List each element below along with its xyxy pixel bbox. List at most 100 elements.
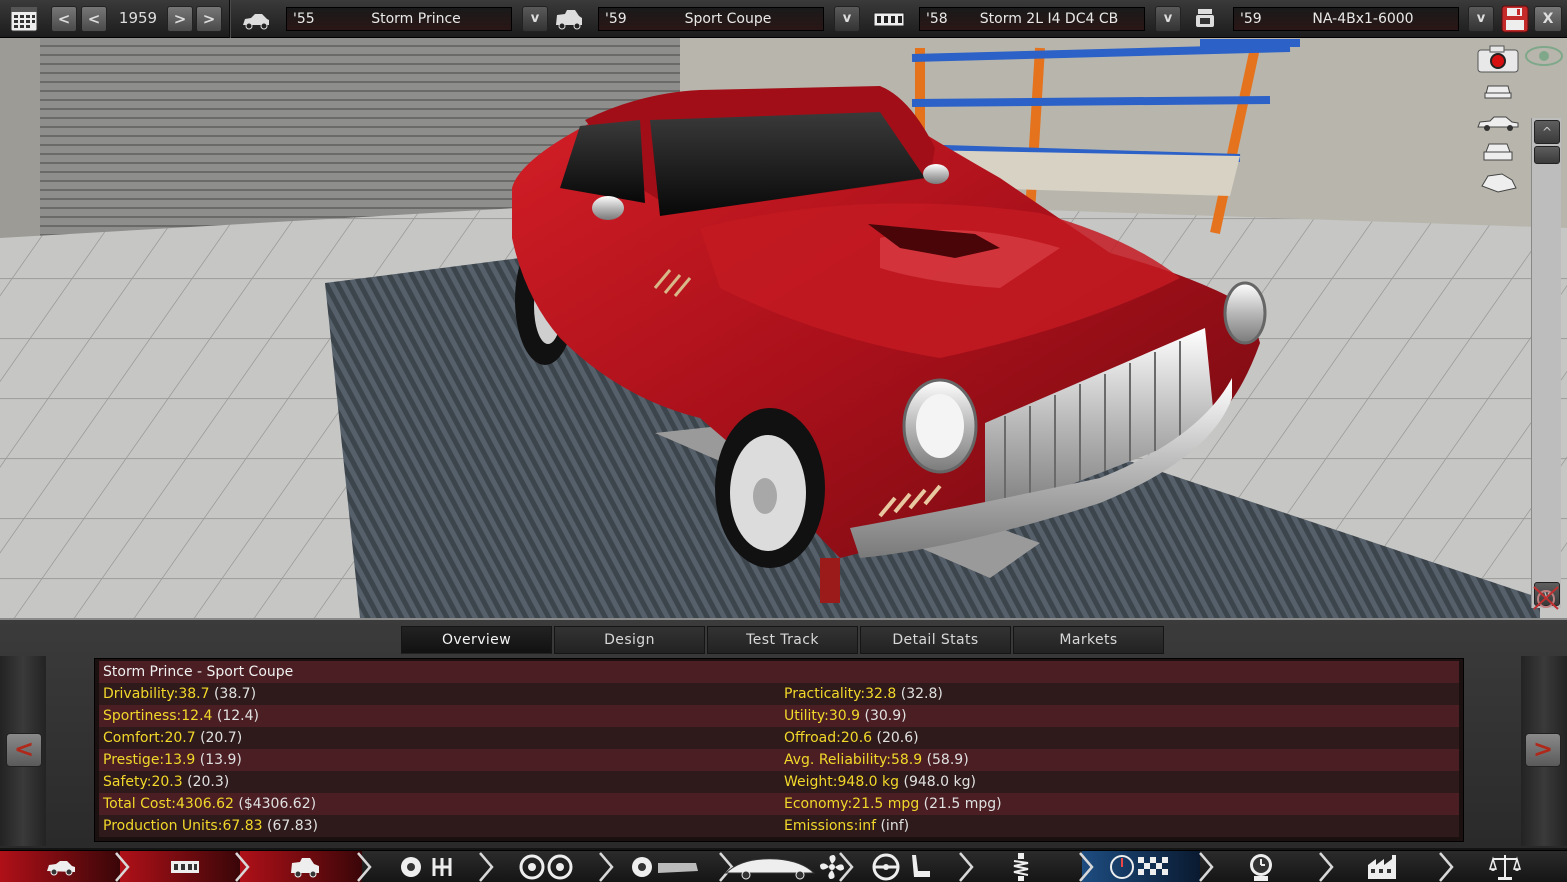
year-back-button[interactable]: < [81, 6, 107, 32]
body-icon[interactable] [288, 851, 322, 882]
tab-test-track[interactable]: Test Track [707, 626, 858, 654]
stat-value: 948.0 kg [837, 774, 900, 790]
stat-label: Avg. Reliability: [784, 752, 891, 768]
stat-value: 13.9 [164, 752, 196, 768]
stat-row: Safety:20.3 (20.3) Weight:948.0 kg (948.… [99, 771, 1459, 793]
interior-steering-icon[interactable] [870, 851, 940, 882]
side-view-icon[interactable] [1476, 114, 1520, 132]
stat-row: Production Units:67.83 (67.83) Emissions… [99, 815, 1459, 837]
stat-base: (38.7) [213, 686, 257, 702]
stat-value: 38.7 [178, 686, 210, 702]
garage-scene [0, 38, 1567, 618]
stat-label: Emissions: [784, 818, 859, 834]
panel-tabs: Overview Design Test Track Detail Stats … [401, 626, 1164, 654]
stat-base: (inf) [880, 818, 910, 834]
car-model-dropdown-button[interactable]: v [522, 6, 548, 32]
stat-base: (20.6) [876, 730, 919, 746]
engine-variant-icon [1189, 5, 1221, 33]
stat-base: ($4306.62) [238, 796, 317, 812]
tab-detail-stats[interactable]: Detail Stats [860, 626, 1011, 654]
stat-label: Production Units: [103, 818, 223, 834]
tab-overview[interactable]: Overview [401, 626, 552, 654]
engine-family-field[interactable]: '58 Storm 2L I4 DC4 CB [919, 7, 1145, 31]
stat-value: inf [858, 818, 877, 834]
stat-row: Comfort:20.7 (20.7) Offroad:20.6 (20.6) [99, 727, 1459, 749]
calendar-icon[interactable] [8, 5, 40, 33]
balance-icon[interactable] [1488, 851, 1522, 882]
year-back-fast-button[interactable]: < [51, 6, 77, 32]
stat-value: 67.83 [222, 818, 263, 834]
year-forward-fast-button[interactable]: > [196, 6, 222, 32]
engine-variant-field[interactable]: '59 NA-4Bx1-6000 [1233, 7, 1459, 31]
tab-markets[interactable]: Markets [1013, 626, 1164, 654]
engine-variant-year: '59 [1240, 11, 1262, 27]
stat-base: (20.7) [200, 730, 243, 746]
stat-label: Practicality: [784, 686, 866, 702]
wheels-icon[interactable] [518, 851, 574, 882]
top-toolbar: < < 1959 > > '55 Storm Prince v '59 Spor… [0, 0, 1567, 38]
front-view-icon[interactable] [1480, 78, 1516, 100]
stat-label: Drivability: [103, 686, 179, 702]
stat-row: Drivability:38.7 (38.7) Practicality:32.… [99, 683, 1459, 705]
stat-label: Sportiness: [103, 708, 182, 724]
engine-family-year: '58 [926, 11, 948, 27]
engine-gearbox-icon[interactable] [398, 851, 458, 882]
stat-row: Prestige:13.9 (13.9) Avg. Reliability:58… [99, 749, 1459, 771]
disabled-gizmo-icon [1530, 583, 1562, 611]
year-forward-button[interactable]: > [167, 6, 193, 32]
trim-year: '59 [605, 11, 627, 27]
stat-label: Offroad: [784, 730, 841, 746]
car-3d-viewport[interactable]: ^ v [0, 38, 1567, 618]
trim-dropdown-button[interactable]: v [834, 6, 860, 32]
close-button[interactable]: X [1534, 6, 1562, 32]
stat-value: 12.4 [181, 708, 213, 724]
stat-value: 20.6 [840, 730, 873, 746]
scroll-thumb[interactable] [1534, 146, 1560, 164]
rear-view-icon[interactable] [1480, 140, 1516, 164]
trim-name: Sport Coupe [684, 11, 772, 27]
engine-family-dropdown-button[interactable]: v [1155, 6, 1181, 32]
stat-value: 58.9 [890, 752, 923, 768]
top-view-icon[interactable] [1478, 170, 1518, 196]
engine-variant-name: NA-4Bx1-6000 [1312, 11, 1414, 27]
trim-field[interactable]: '59 Sport Coupe [598, 7, 824, 31]
testing-icon[interactable] [1108, 851, 1174, 882]
camera-icon[interactable] [1476, 44, 1520, 74]
stat-base: (948.0 kg) [903, 774, 976, 790]
car-model-name: Storm Prince [371, 11, 461, 27]
car-model-field[interactable]: '55 Storm Prince [286, 7, 512, 31]
trim-icon [553, 5, 585, 33]
engine-family-name: Storm 2L I4 DC4 CB [979, 11, 1119, 27]
current-year: 1959 [118, 9, 158, 27]
stat-row: Sportiness:12.4 (12.4) Utility:30.9 (30.… [99, 705, 1459, 727]
car-model-year: '55 [293, 11, 315, 27]
aero-fan-icon[interactable] [722, 851, 852, 882]
stat-base: (32.8) [900, 686, 943, 702]
scroll-up-button[interactable]: ^ [1534, 120, 1560, 144]
body-design-icon[interactable] [630, 851, 702, 882]
engine-variant-dropdown-button[interactable]: v [1468, 6, 1494, 32]
frame-icon[interactable] [168, 851, 202, 882]
stat-label: Utility: [784, 708, 829, 724]
overview-stats-table: Storm Prince - Sport Coupe Drivability:3… [94, 658, 1464, 842]
tab-design[interactable]: Design [554, 626, 705, 654]
stat-label: Weight: [784, 774, 838, 790]
stat-base: (58.9) [926, 752, 969, 768]
chassis-icon[interactable] [44, 851, 78, 882]
factory-icon[interactable] [1366, 851, 1400, 882]
prev-page-button[interactable]: < [6, 733, 42, 767]
next-page-button[interactable]: > [1525, 733, 1561, 767]
stat-label: Total Cost: [103, 796, 176, 812]
stat-base: (12.4) [216, 708, 259, 724]
tuning-time-icon[interactable] [1244, 851, 1278, 882]
stat-label: Prestige: [103, 752, 165, 768]
suspension-icon[interactable] [1004, 851, 1038, 882]
stat-label: Comfort: [103, 730, 165, 746]
stat-label: Economy: [784, 796, 853, 812]
car-designer-window: < < 1959 > > '55 Storm Prince v '59 Spor… [0, 0, 1567, 882]
stat-value: 32.8 [865, 686, 897, 702]
overview-title-row: Storm Prince - Sport Coupe [99, 661, 1459, 683]
eye-icon[interactable] [1524, 44, 1564, 68]
viewport-scrollbar[interactable]: ^ v [1531, 118, 1561, 608]
save-icon[interactable] [1500, 5, 1530, 33]
